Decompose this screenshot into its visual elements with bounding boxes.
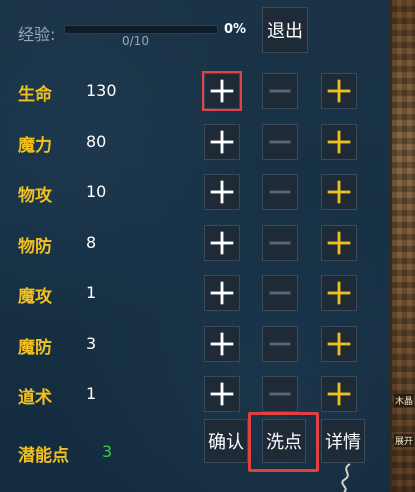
minus-icon (269, 291, 291, 295)
game-scene-strip: 木晶 展开 (390, 0, 415, 492)
minus-icon (269, 190, 291, 194)
add-max-stat-button[interactable] (321, 174, 357, 210)
increase-stat-button[interactable] (202, 71, 242, 111)
potential-points-label: 潜能点 (18, 446, 69, 466)
increase-stat-button[interactable] (204, 376, 240, 412)
add-max-stat-button[interactable] (321, 73, 357, 109)
stat-name: 物攻 (18, 186, 52, 206)
plus-icon (327, 231, 351, 254)
stat-value: 10 (86, 182, 107, 201)
increase-stat-button[interactable] (204, 224, 240, 261)
plus-icon (327, 382, 351, 406)
decrease-stat-button[interactable] (262, 73, 298, 109)
stat-name: 道术 (18, 388, 52, 408)
decrease-stat-button[interactable] (262, 174, 298, 210)
stat-value: 130 (86, 81, 117, 100)
exp-count: 0/10 (122, 34, 149, 48)
plus-icon (210, 130, 234, 153)
exp-label: 经验: (18, 25, 56, 44)
stat-value: 1 (86, 283, 97, 302)
plus-icon (210, 382, 234, 406)
plus-icon (327, 180, 351, 204)
plus-icon (210, 231, 234, 254)
plus-icon (210, 332, 234, 355)
decrease-stat-button[interactable] (262, 325, 298, 362)
stat-name: 魔攻 (18, 287, 52, 307)
plus-icon (327, 130, 351, 153)
increase-stat-button[interactable] (204, 275, 240, 311)
exp-percent: 0% (224, 22, 247, 37)
scene-tag-top: 木晶 (394, 394, 415, 407)
minus-icon (269, 342, 291, 345)
decrease-stat-button[interactable] (262, 376, 298, 412)
quit-button[interactable]: 退出 (262, 7, 308, 53)
potential-points-value: 3 (102, 442, 113, 461)
decrease-stat-button[interactable] (262, 123, 298, 160)
scene-tag-bottom: 展开 (394, 434, 415, 447)
plus-icon (327, 79, 351, 103)
stat-value: 3 (86, 333, 97, 353)
decrease-stat-button[interactable] (262, 224, 298, 261)
stat-value: 8 (86, 232, 97, 252)
exp-progress-bar (64, 25, 218, 34)
plus-icon (210, 180, 234, 204)
increase-stat-button[interactable] (204, 123, 240, 160)
add-max-stat-button[interactable] (321, 275, 357, 311)
squiggle-icon (341, 463, 351, 492)
add-max-stat-button[interactable] (321, 123, 357, 160)
increase-stat-button[interactable] (204, 325, 240, 362)
minus-icon (269, 392, 291, 396)
minus-icon (269, 241, 291, 244)
stat-value: 1 (86, 384, 97, 403)
stat-name: 魔力 (18, 135, 52, 156)
add-max-stat-button[interactable] (321, 224, 357, 261)
stat-name: 魔防 (18, 337, 52, 358)
details-button[interactable]: 详情 (321, 419, 365, 463)
stat-name: 生命 (18, 85, 52, 105)
plus-icon (210, 79, 234, 103)
minus-icon (269, 140, 291, 143)
stat-name: 物防 (18, 236, 52, 257)
plus-icon (210, 281, 234, 305)
add-max-stat-button[interactable] (321, 325, 357, 362)
increase-stat-button[interactable] (204, 174, 240, 210)
add-max-stat-button[interactable] (321, 376, 357, 412)
plus-icon (327, 281, 351, 305)
minus-icon (269, 89, 291, 93)
stat-value: 80 (86, 131, 107, 151)
decrease-stat-button[interactable] (262, 275, 298, 311)
reset-points-highlight (248, 412, 319, 472)
plus-icon (327, 332, 351, 355)
confirm-button[interactable]: 确认 (204, 419, 248, 463)
